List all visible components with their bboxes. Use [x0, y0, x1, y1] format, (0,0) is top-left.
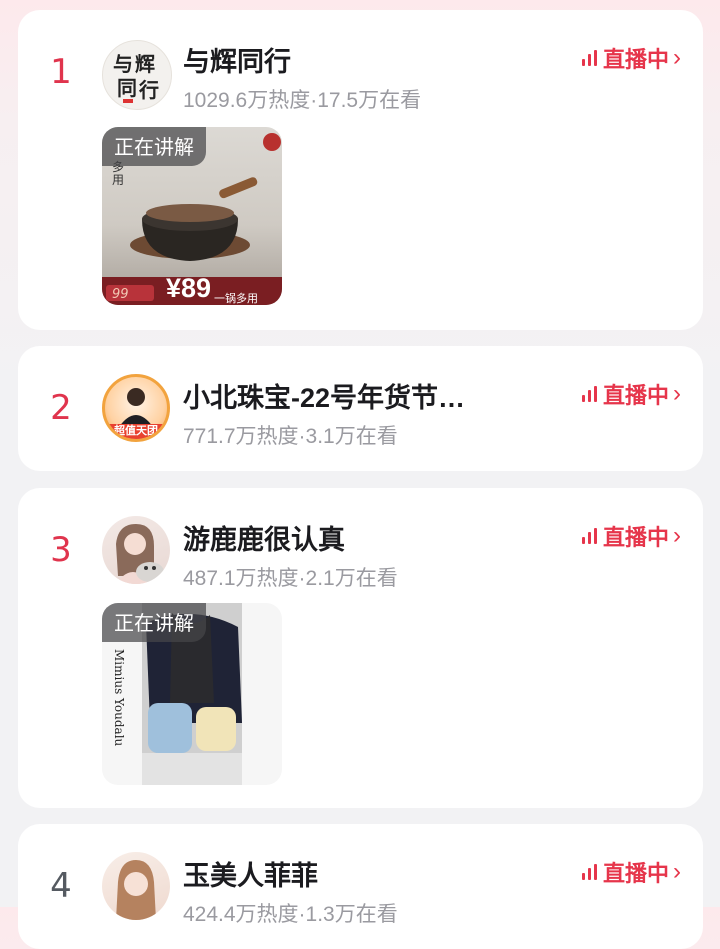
chevron-right-icon: ›: [673, 858, 681, 885]
streamer-name[interactable]: 游鹿鹿很认真: [183, 518, 345, 557]
calligraphy-logo-icon: 与 辉 同 行: [113, 52, 159, 103]
live-button[interactable]: 直播中 ›: [581, 42, 681, 74]
live-signal-icon: [581, 50, 597, 66]
chevron-right-icon: ›: [673, 380, 681, 407]
live-signal-icon: [581, 528, 597, 544]
heat-viewers-stats: 771.7万热度·3.1万在看: [183, 425, 398, 448]
ranking-card-1[interactable]: 1 与 辉 同 行 与辉同行 1029.6万热度·17.5万在看 直播中 › 9…: [18, 10, 703, 330]
product-thumbnail[interactable]: 99 ¥89 一锅多用 多用 正在讲解: [102, 127, 282, 305]
ranking-card-2[interactable]: 2 超值天团 小北珠宝-22号年货节… 771.7万热度·3.1万在看 直播中 …: [18, 346, 703, 471]
heat-viewers-stats: 487.1万热度·2.1万在看: [183, 567, 398, 590]
chevron-right-icon: ›: [673, 44, 681, 71]
heat-viewers-stats: 1029.6万热度·17.5万在看: [183, 89, 422, 112]
avatar-badge: 超值天团: [105, 424, 167, 439]
svg-text:辉: 辉: [135, 52, 155, 76]
live-label: 直播中: [602, 383, 669, 408]
streamer-name[interactable]: 与辉同行: [183, 40, 291, 79]
product-thumbnail[interactable]: Mimius Youdalu 正在讲解: [102, 603, 282, 785]
live-label: 直播中: [602, 525, 669, 550]
chevron-right-icon: ›: [673, 522, 681, 549]
person-with-cat-photo: [116, 524, 164, 584]
avatar[interactable]: 超值天团: [102, 374, 170, 442]
price-label: ¥89: [166, 273, 212, 303]
rank-number: 2: [50, 388, 72, 428]
streamer-name[interactable]: 小北珠宝-22号年货节…: [183, 376, 465, 415]
explaining-tag: 正在讲解: [102, 127, 206, 166]
live-button[interactable]: 直播中 ›: [581, 856, 681, 888]
live-signal-icon: [581, 386, 597, 402]
person-photo: [116, 860, 156, 920]
svg-text:行: 行: [138, 78, 159, 102]
svg-text:与: 与: [113, 52, 133, 76]
rank-number: 4: [50, 866, 72, 906]
avatar[interactable]: [102, 516, 170, 584]
avatar[interactable]: [102, 852, 170, 920]
heat-viewers-stats: 424.4万热度·1.3万在看: [183, 903, 398, 926]
ranking-card-4[interactable]: 4 玉美人菲菲 424.4万热度·1.3万在看 直播中 ›: [18, 824, 703, 949]
rank-number: 3: [50, 530, 72, 570]
avatar[interactable]: 与 辉 同 行: [102, 40, 172, 110]
promo-label: 一锅多用: [214, 293, 258, 305]
ranking-card-3[interactable]: 3 游鹿鹿很认真 487.1万热度·2.1万在看 直播中 › Mimius Yo…: [18, 488, 703, 808]
live-label: 直播中: [602, 47, 669, 72]
explaining-tag: 正在讲解: [102, 603, 206, 642]
live-label: 直播中: [602, 861, 669, 886]
svg-text:同: 同: [117, 76, 137, 100]
rank-number: 1: [50, 52, 72, 92]
streamer-name[interactable]: 玉美人菲菲: [183, 854, 318, 893]
svg-text:99: 99: [112, 287, 129, 302]
live-button[interactable]: 直播中 ›: [581, 520, 681, 552]
live-button[interactable]: 直播中 ›: [581, 378, 681, 410]
brand-vertical-text: Mimius Youdalu: [112, 649, 126, 747]
live-signal-icon: [581, 864, 597, 880]
